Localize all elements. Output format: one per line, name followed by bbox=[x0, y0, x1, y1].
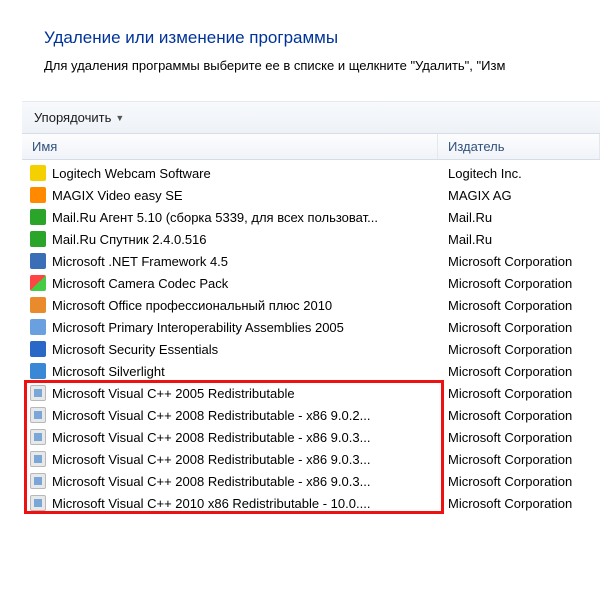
program-row[interactable]: Microsoft Office профессиональный плюс 2… bbox=[22, 294, 600, 316]
program-publisher: Microsoft Corporation bbox=[438, 452, 600, 467]
program-name: Microsoft .NET Framework 4.5 bbox=[52, 254, 438, 269]
program-icon bbox=[30, 275, 46, 291]
program-name: Microsoft Office профессиональный плюс 2… bbox=[52, 298, 438, 313]
program-icon bbox=[30, 209, 46, 225]
program-icon bbox=[30, 363, 46, 379]
toolbar: Упорядочить ▼ bbox=[22, 101, 600, 134]
program-publisher: Microsoft Corporation bbox=[438, 254, 600, 269]
program-publisher: Logitech Inc. bbox=[438, 166, 600, 181]
program-name: Microsoft Silverlight bbox=[52, 364, 438, 379]
page-subtitle: Для удаления программы выберите ее в спи… bbox=[44, 58, 600, 73]
program-name: Microsoft Visual C++ 2008 Redistributabl… bbox=[52, 474, 438, 489]
program-icon bbox=[30, 429, 46, 445]
program-row[interactable]: Logitech Webcam SoftwareLogitech Inc. bbox=[22, 162, 600, 184]
program-row[interactable]: MAGIX Video easy SEMAGIX AG bbox=[22, 184, 600, 206]
program-icon bbox=[30, 187, 46, 203]
organize-label: Упорядочить bbox=[34, 110, 111, 125]
program-icon bbox=[30, 341, 46, 357]
program-row[interactable]: Microsoft Visual C++ 2008 Redistributabl… bbox=[22, 448, 600, 470]
program-publisher: Microsoft Corporation bbox=[438, 408, 600, 423]
program-publisher: Mail.Ru bbox=[438, 210, 600, 225]
program-icon bbox=[30, 253, 46, 269]
program-row[interactable]: Mail.Ru Агент 5.10 (сборка 5339, для все… bbox=[22, 206, 600, 228]
program-row[interactable]: Microsoft Visual C++ 2008 Redistributabl… bbox=[22, 426, 600, 448]
program-publisher: Microsoft Corporation bbox=[438, 430, 600, 445]
program-name: Microsoft Camera Codec Pack bbox=[52, 276, 438, 291]
program-icon bbox=[30, 231, 46, 247]
program-name: Mail.Ru Спутник 2.4.0.516 bbox=[52, 232, 438, 247]
program-publisher: Mail.Ru bbox=[438, 232, 600, 247]
program-publisher: Microsoft Corporation bbox=[438, 342, 600, 357]
program-row[interactable]: Microsoft Visual C++ 2005 Redistributabl… bbox=[22, 382, 600, 404]
program-list: Logitech Webcam SoftwareLogitech Inc.MAG… bbox=[22, 160, 600, 514]
program-icon bbox=[30, 165, 46, 181]
program-row[interactable]: Microsoft Security EssentialsMicrosoft C… bbox=[22, 338, 600, 360]
column-headers: Имя Издатель bbox=[22, 134, 600, 160]
program-icon bbox=[30, 319, 46, 335]
program-icon bbox=[30, 297, 46, 313]
column-header-publisher[interactable]: Издатель bbox=[438, 134, 600, 159]
program-publisher: Microsoft Corporation bbox=[438, 474, 600, 489]
program-row[interactable]: Microsoft Camera Codec PackMicrosoft Cor… bbox=[22, 272, 600, 294]
program-publisher: Microsoft Corporation bbox=[438, 364, 600, 379]
program-row[interactable]: Microsoft Primary Interoperability Assem… bbox=[22, 316, 600, 338]
program-icon bbox=[30, 495, 46, 511]
program-name: Microsoft Security Essentials bbox=[52, 342, 438, 357]
organize-button[interactable]: Упорядочить ▼ bbox=[28, 108, 130, 127]
program-row[interactable]: Microsoft Visual C++ 2008 Redistributabl… bbox=[22, 470, 600, 492]
program-publisher: Microsoft Corporation bbox=[438, 276, 600, 291]
page-title: Удаление или изменение программы bbox=[44, 28, 600, 48]
program-publisher: Microsoft Corporation bbox=[438, 320, 600, 335]
program-row[interactable]: Microsoft .NET Framework 4.5Microsoft Co… bbox=[22, 250, 600, 272]
program-row[interactable]: Microsoft SilverlightMicrosoft Corporati… bbox=[22, 360, 600, 382]
program-name: Microsoft Visual C++ 2008 Redistributabl… bbox=[52, 452, 438, 467]
program-publisher: Microsoft Corporation bbox=[438, 298, 600, 313]
program-icon bbox=[30, 473, 46, 489]
program-name: Microsoft Visual C++ 2008 Redistributabl… bbox=[52, 408, 438, 423]
program-icon bbox=[30, 385, 46, 401]
program-name: Microsoft Visual C++ 2005 Redistributabl… bbox=[52, 386, 438, 401]
chevron-down-icon: ▼ bbox=[115, 113, 124, 123]
column-header-name[interactable]: Имя bbox=[22, 134, 438, 159]
program-name: Microsoft Primary Interoperability Assem… bbox=[52, 320, 438, 335]
program-name: Logitech Webcam Software bbox=[52, 166, 438, 181]
program-row[interactable]: Microsoft Visual C++ 2010 x86 Redistribu… bbox=[22, 492, 600, 514]
program-name: MAGIX Video easy SE bbox=[52, 188, 438, 203]
program-publisher: Microsoft Corporation bbox=[438, 386, 600, 401]
program-publisher: MAGIX AG bbox=[438, 188, 600, 203]
program-name: Mail.Ru Агент 5.10 (сборка 5339, для все… bbox=[52, 210, 438, 225]
program-row[interactable]: Mail.Ru Спутник 2.4.0.516Mail.Ru bbox=[22, 228, 600, 250]
program-icon bbox=[30, 451, 46, 467]
program-publisher: Microsoft Corporation bbox=[438, 496, 600, 511]
program-name: Microsoft Visual C++ 2008 Redistributabl… bbox=[52, 430, 438, 445]
program-icon bbox=[30, 407, 46, 423]
program-row[interactable]: Microsoft Visual C++ 2008 Redistributabl… bbox=[22, 404, 600, 426]
program-name: Microsoft Visual C++ 2010 x86 Redistribu… bbox=[52, 496, 438, 511]
